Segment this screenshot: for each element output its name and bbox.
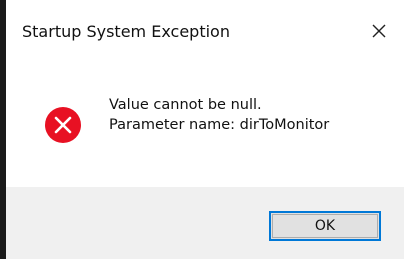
error-message-line-1: Value cannot be null. [109, 97, 262, 113]
dialog-content: Value cannot be null. Parameter name: di… [6, 62, 404, 187]
ok-button[interactable]: OK [269, 211, 381, 241]
error-message: Value cannot be null. Parameter name: di… [109, 95, 329, 135]
close-button[interactable] [364, 16, 394, 46]
title-bar: Startup System Exception [6, 0, 404, 62]
button-bar: OK [6, 187, 404, 259]
error-message-line-2: Parameter name: dirToMonitor [109, 117, 330, 133]
ok-button-label: OK [314, 218, 336, 234]
dialog-title: Startup System Exception [22, 22, 230, 41]
error-icon [45, 107, 81, 143]
error-dialog: Startup System Exception Value cannot be… [6, 0, 404, 259]
close-icon [372, 24, 386, 38]
